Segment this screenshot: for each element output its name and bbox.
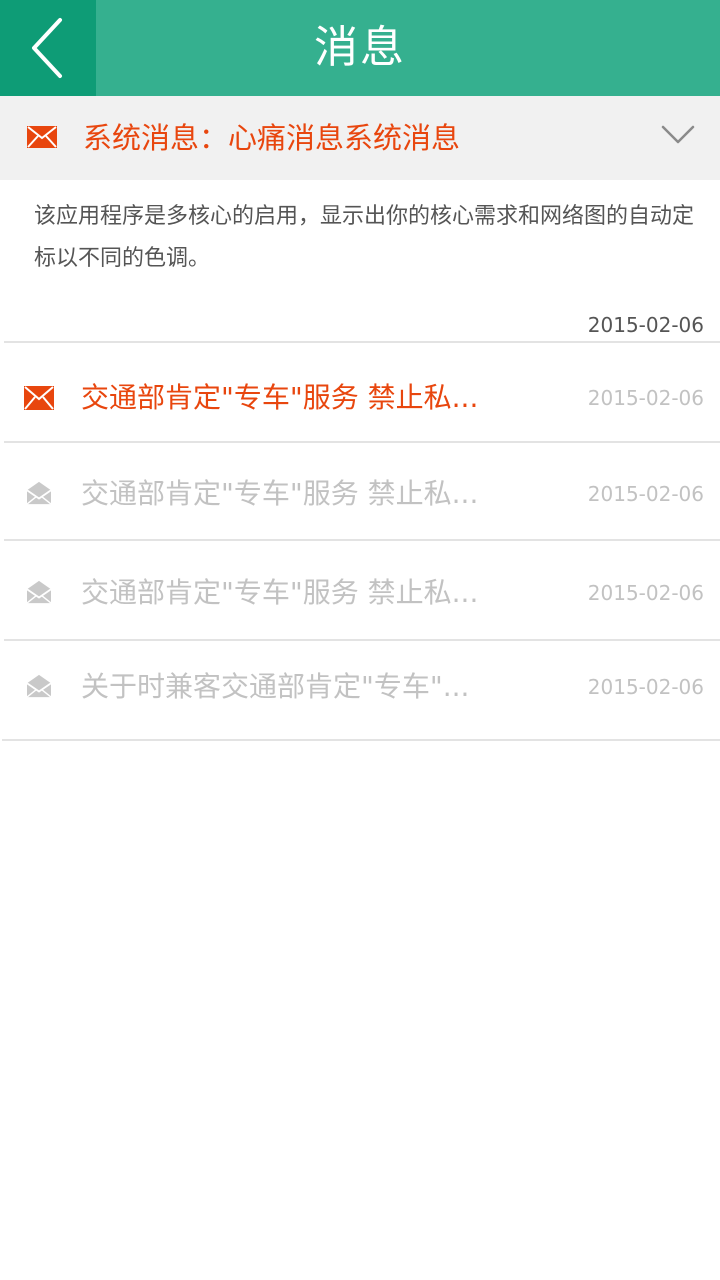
system-message-header[interactable]: 系统消息：心痛消息系统消息 — [0, 96, 720, 180]
divider — [4, 539, 720, 541]
system-message-date: 2015-02-06 — [587, 313, 704, 337]
message-row[interactable]: 交通部肯定"专车"服务 禁止私... 2015-02-06 — [0, 350, 720, 446]
message-row[interactable]: 交通部肯定"专车"服务 禁止私... 2015-02-06 — [0, 545, 720, 641]
message-title: 关于时兼客交通部肯定"专车"... — [81, 670, 470, 703]
message-date: 2015-02-06 — [587, 581, 704, 605]
divider — [4, 341, 720, 343]
message-row[interactable]: 交通部肯定"专车"服务 禁止私... 2015-02-06 — [0, 446, 720, 542]
message-row[interactable]: 关于时兼客交通部肯定"专车"... 2015-02-06 — [0, 639, 720, 735]
open-envelope-icon — [26, 481, 52, 505]
system-message-body: 该应用程序是多核心的启用，显示出你的核心需求和网络图的自动定标以不同的色调。 — [34, 204, 695, 271]
message-title: 交通部肯定"专车"服务 禁止私... — [81, 477, 479, 510]
header-bar: 消息 — [0, 0, 720, 96]
divider — [2, 739, 720, 741]
message-date: 2015-02-06 — [587, 675, 704, 699]
message-title: 交通部肯定"专车"服务 禁止私... — [81, 576, 479, 609]
page-title: 消息 — [314, 22, 406, 73]
back-button[interactable] — [0, 0, 96, 96]
message-date: 2015-02-06 — [587, 482, 704, 506]
system-message-title: 系统消息：心痛消息系统消息 — [83, 121, 461, 155]
chevron-down-icon[interactable] — [660, 122, 696, 148]
message-date: 2015-02-06 — [587, 386, 704, 410]
divider — [4, 441, 720, 443]
message-title: 交通部肯定"专车"服务 禁止私... — [81, 381, 479, 414]
envelope-icon — [27, 126, 57, 148]
open-envelope-icon — [26, 580, 52, 604]
chevron-left-icon — [32, 18, 62, 78]
open-envelope-icon — [26, 674, 52, 698]
envelope-icon — [24, 386, 54, 410]
